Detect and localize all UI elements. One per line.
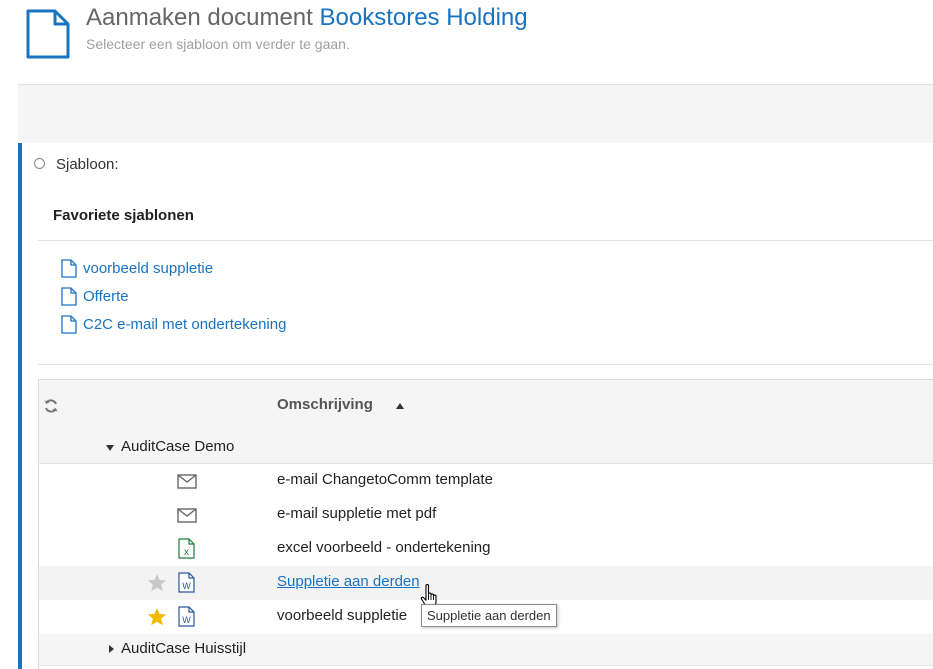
- favorite-template-label: Offerte: [83, 287, 129, 305]
- favorite-template-label: C2C e-mail met ondertekening: [83, 315, 287, 333]
- grid-header: Omschrijving: [39, 379, 933, 433]
- tooltip: Suppletie aan derden: [421, 604, 557, 627]
- table-row[interactable]: e-mail suppletie met pdf: [39, 498, 933, 533]
- favorite-template-link[interactable]: C2C e-mail met ondertekening: [61, 314, 286, 334]
- word-icon: W: [178, 606, 195, 627]
- group-row[interactable]: AuditCase Huisstijl: [39, 634, 933, 666]
- template-radio[interactable]: [34, 158, 45, 169]
- svg-text:x: x: [184, 547, 189, 558]
- table-row[interactable]: e-mail ChangetoComm template: [39, 464, 933, 499]
- expand-arrow-icon[interactable]: [109, 645, 114, 653]
- document-icon: [61, 258, 77, 278]
- email-icon: [177, 474, 197, 489]
- group-row[interactable]: AuditCase Demo: [39, 432, 933, 464]
- document-icon: [61, 314, 77, 334]
- template-description: voorbeeld suppletie: [277, 607, 408, 624]
- star-icon[interactable]: [147, 607, 167, 626]
- collapse-arrow-icon[interactable]: [106, 445, 114, 451]
- favorite-template-link[interactable]: voorbeeld suppletie: [61, 258, 213, 278]
- template-description: excel voorbeeld - ondertekening: [277, 539, 491, 556]
- page-title-text: Aanmaken document: [86, 4, 313, 31]
- group-label: AuditCase Demo: [121, 438, 235, 455]
- favorite-template-link[interactable]: Offerte: [61, 286, 129, 306]
- template-label: Sjabloon:: [56, 156, 119, 173]
- column-header-omschrijving[interactable]: Omschrijving: [277, 396, 373, 413]
- email-icon: [177, 508, 197, 523]
- svg-text:W: W: [182, 581, 191, 591]
- star-icon[interactable]: [147, 573, 167, 592]
- toolbar: [18, 84, 933, 144]
- sort-ascending-icon: [396, 403, 404, 409]
- page-title: Aanmaken document Bookstores Holding: [86, 4, 528, 32]
- table-row[interactable]: x excel voorbeeld - ondertekening: [39, 532, 933, 567]
- excel-icon: x: [178, 538, 195, 559]
- organization-name: Bookstores Holding: [319, 4, 528, 31]
- template-description: e-mail suppletie met pdf: [277, 505, 437, 522]
- table-row[interactable]: W Suppletie aan derden: [39, 566, 933, 601]
- page-subtitle: Selecteer een sjabloon om verder te gaan…: [86, 36, 350, 52]
- template-description: e-mail ChangetoComm template: [277, 471, 493, 488]
- svg-text:W: W: [182, 615, 191, 625]
- document-icon: [26, 9, 70, 59]
- refresh-icon[interactable]: [43, 398, 59, 414]
- divider: [38, 240, 933, 241]
- group-label: AuditCase Huisstijl: [121, 640, 247, 657]
- accent-bar: [18, 143, 22, 669]
- divider: [38, 364, 933, 365]
- favorites-title: Favoriete sjablonen: [53, 207, 194, 224]
- template-link[interactable]: Suppletie aan derden: [277, 573, 420, 590]
- favorite-template-label: voorbeeld suppletie: [83, 259, 214, 277]
- word-icon: W: [178, 572, 195, 593]
- document-icon: [61, 286, 77, 306]
